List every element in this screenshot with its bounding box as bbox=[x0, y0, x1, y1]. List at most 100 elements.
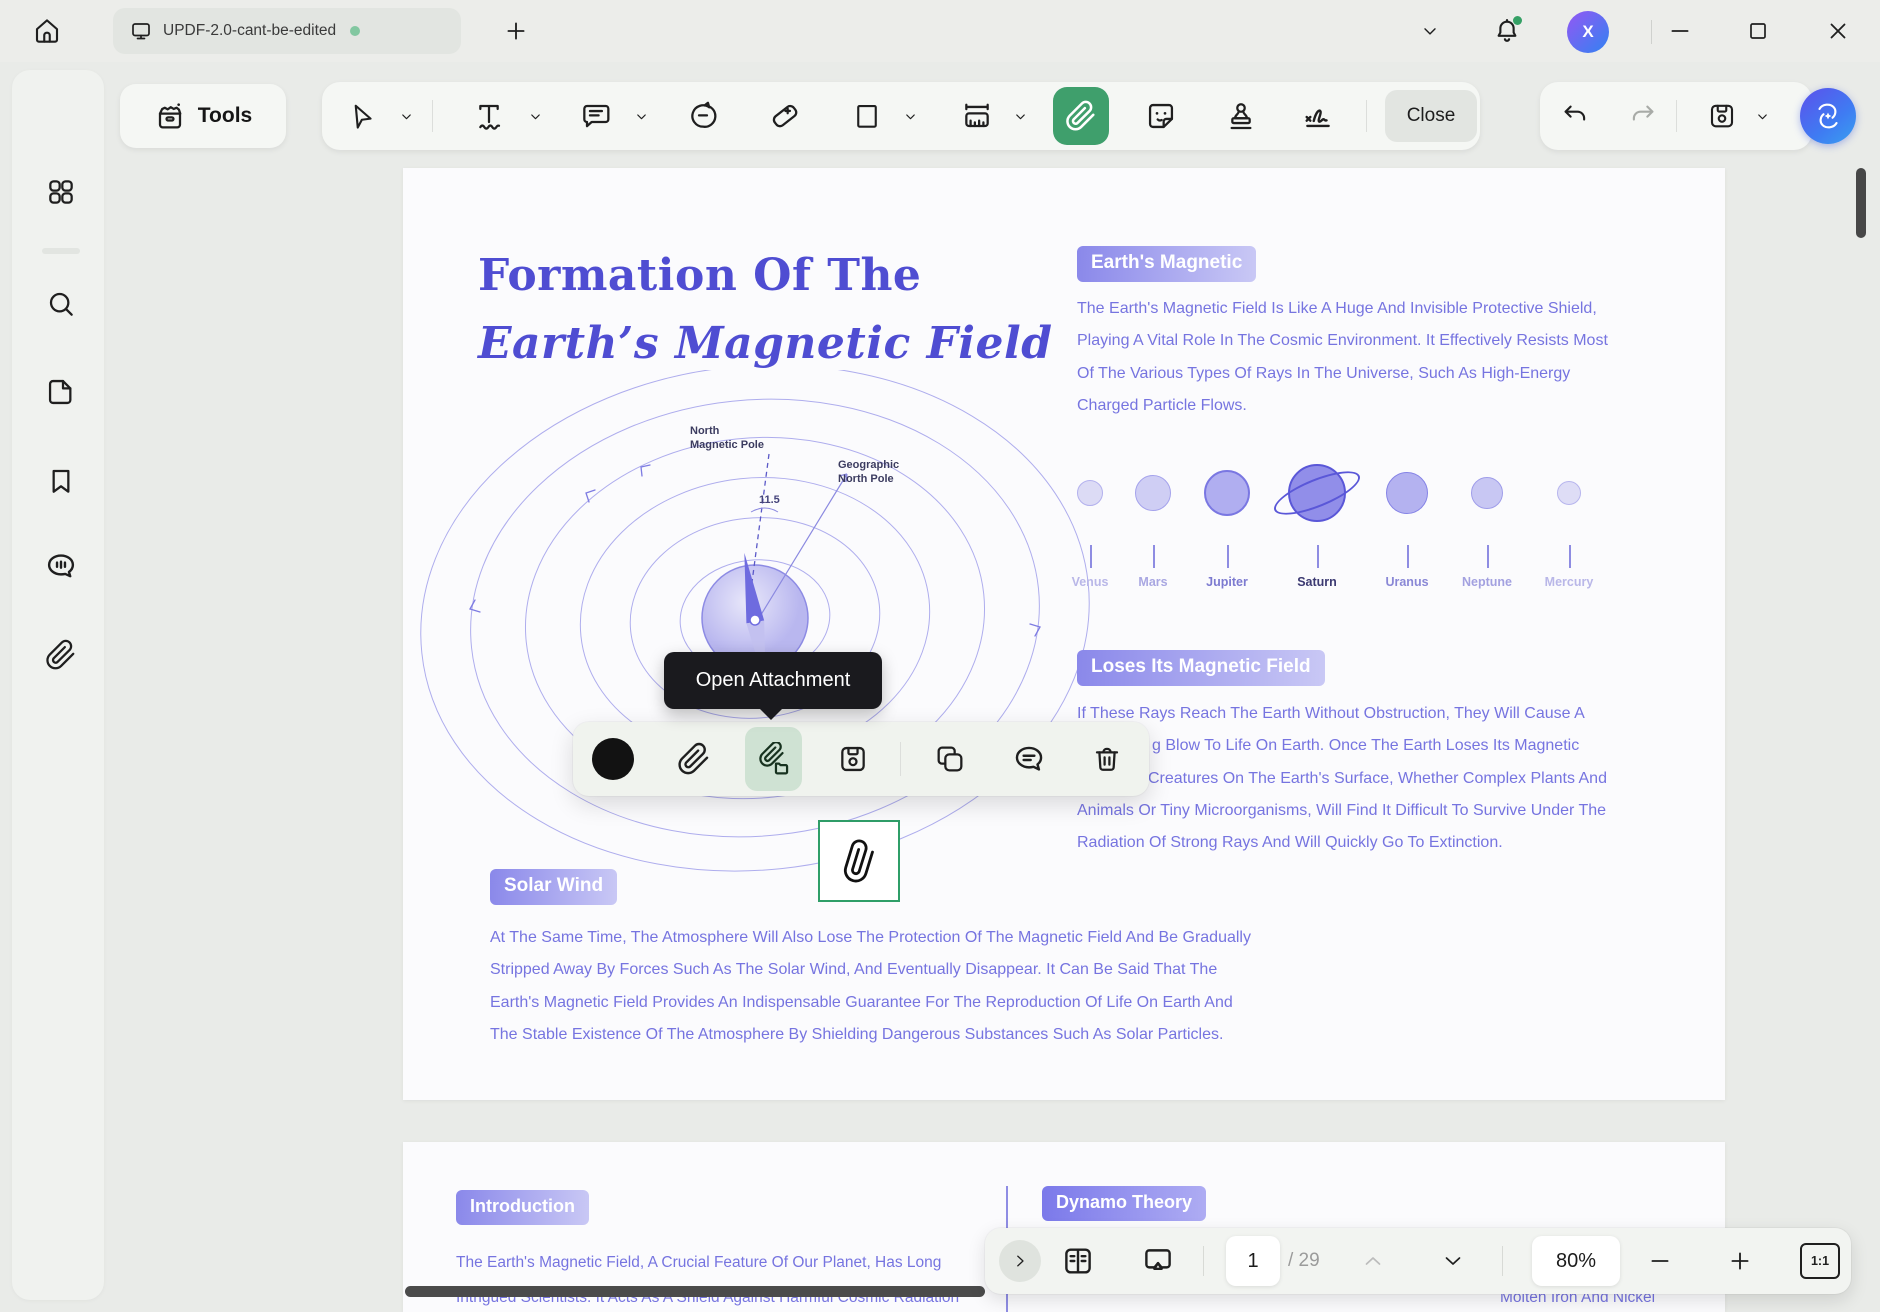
ai-assistant-button[interactable] bbox=[1800, 88, 1856, 144]
redo-button[interactable] bbox=[1621, 94, 1665, 138]
chevron-down-icon bbox=[634, 109, 649, 124]
vertical-scrollbar-thumb[interactable] bbox=[1856, 168, 1866, 238]
account-avatar[interactable]: X bbox=[1567, 11, 1609, 53]
maximize-button[interactable] bbox=[1738, 13, 1778, 49]
doc-title-line2: Earth’s Magnetic Field bbox=[478, 318, 1053, 369]
tooltip-open-attachment: Open Attachment bbox=[664, 652, 882, 709]
select-tool-dropdown[interactable] bbox=[396, 106, 416, 126]
unsaved-dot bbox=[350, 26, 360, 36]
chevron-down-icon bbox=[528, 109, 543, 124]
open-attachment-button[interactable] bbox=[745, 727, 802, 791]
tools-menu-button[interactable]: Tools bbox=[120, 84, 286, 148]
document-tab[interactable]: UPDF-2.0-cant-be-edited bbox=[113, 8, 461, 54]
comment-tool-button[interactable] bbox=[573, 94, 617, 138]
sidebar-thumbnails-button[interactable] bbox=[39, 370, 83, 414]
text-icon bbox=[473, 100, 505, 132]
plus-icon bbox=[503, 18, 529, 44]
minimize-button[interactable] bbox=[1660, 13, 1700, 49]
rectangle-icon bbox=[852, 101, 882, 131]
new-tab-button[interactable] bbox=[500, 15, 532, 47]
save-button[interactable] bbox=[1700, 94, 1744, 138]
paperclip-file-icon bbox=[757, 742, 791, 776]
history-save-toolbar bbox=[1540, 82, 1812, 150]
grid-icon bbox=[45, 176, 77, 208]
sidebar-panels-button[interactable] bbox=[39, 170, 83, 214]
text-tool-dropdown[interactable] bbox=[525, 106, 545, 126]
page-navigation-bar: / 29 80% 1:1 bbox=[985, 1228, 1851, 1294]
tab-title: UPDF-2.0-cant-be-edited bbox=[163, 22, 336, 40]
color-swatch-button[interactable] bbox=[592, 738, 634, 780]
eraser-icon bbox=[769, 100, 801, 132]
close-tool-mode-button[interactable]: Close bbox=[1385, 90, 1477, 142]
close-window-button[interactable] bbox=[1818, 13, 1858, 49]
text-line: Creatures On The Earth's Surface, Whethe… bbox=[1077, 763, 1607, 795]
ruler-icon bbox=[961, 100, 993, 132]
cursor-icon bbox=[347, 101, 377, 131]
ai-sparkle-icon bbox=[1811, 99, 1845, 133]
measure-tool-dropdown[interactable] bbox=[1010, 106, 1030, 126]
tabs-dropdown-button[interactable] bbox=[1412, 15, 1448, 47]
paragraph-earths-magnetic: The Earth's Magnetic Field Is Like A Hug… bbox=[1077, 293, 1608, 422]
zoom-out-button[interactable] bbox=[1640, 1241, 1680, 1281]
highlight-note-tool-button[interactable] bbox=[681, 94, 725, 138]
stamp-tool-button[interactable] bbox=[1219, 94, 1263, 138]
text-tool-button[interactable] bbox=[467, 94, 511, 138]
chevron-down-icon bbox=[1420, 21, 1440, 41]
notifications-button[interactable] bbox=[1487, 10, 1527, 52]
stamp-icon bbox=[1225, 100, 1257, 132]
presentation-mode-button[interactable] bbox=[1138, 1241, 1178, 1281]
delete-button[interactable] bbox=[1089, 741, 1125, 777]
save-icon bbox=[837, 743, 869, 775]
plus-icon bbox=[1727, 1248, 1753, 1274]
signature-tool-button[interactable] bbox=[1296, 94, 1340, 138]
shape-tool-button[interactable] bbox=[845, 94, 889, 138]
sidebar-attachments-button[interactable] bbox=[39, 633, 83, 677]
attachment-tool-button-active[interactable] bbox=[1053, 87, 1109, 145]
badge-loses-magnetic-field: Loses Its Magnetic Field bbox=[1077, 650, 1325, 686]
maximize-icon bbox=[1746, 19, 1770, 43]
toolbar-divider bbox=[432, 100, 433, 132]
sidebar-bookmarks-button[interactable] bbox=[39, 459, 83, 503]
paragraph-solar-wind: At The Same Time, The Atmosphere Will Al… bbox=[490, 922, 1251, 1051]
previous-page-button[interactable] bbox=[1353, 1241, 1393, 1281]
shape-tool-dropdown[interactable] bbox=[900, 106, 920, 126]
comment-button[interactable] bbox=[1011, 741, 1047, 777]
chevron-up-icon bbox=[1361, 1249, 1385, 1273]
horizontal-scrollbar-thumb[interactable] bbox=[405, 1286, 985, 1297]
chevron-down-icon bbox=[399, 109, 414, 124]
sidebar-appearance-button[interactable] bbox=[39, 1304, 83, 1312]
attachment-button[interactable] bbox=[676, 741, 712, 777]
chevron-down-icon bbox=[1013, 109, 1028, 124]
eraser-tool-button[interactable] bbox=[763, 94, 807, 138]
save-dropdown[interactable] bbox=[1752, 106, 1772, 126]
badge-introduction: Introduction bbox=[456, 1190, 589, 1225]
minimize-icon bbox=[1667, 18, 1693, 44]
chevron-down-icon bbox=[1441, 1249, 1465, 1273]
next-page-button[interactable] bbox=[1433, 1241, 1473, 1281]
save-attachment-button[interactable] bbox=[835, 741, 871, 777]
voice-comment-icon bbox=[44, 549, 78, 583]
notification-dot bbox=[1513, 16, 1522, 25]
home-button[interactable] bbox=[24, 8, 70, 54]
undo-button[interactable] bbox=[1553, 94, 1597, 138]
copy-button[interactable] bbox=[932, 741, 968, 777]
sidebar-comments-button[interactable] bbox=[39, 544, 83, 588]
attachment-annotation[interactable] bbox=[818, 820, 900, 902]
doc-title-line1: Formation Of The bbox=[478, 250, 921, 301]
actual-size-button[interactable]: 1:1 bbox=[1800, 1243, 1840, 1279]
measure-tool-button[interactable] bbox=[955, 94, 999, 138]
zoom-in-button[interactable] bbox=[1720, 1241, 1760, 1281]
page-number-input[interactable] bbox=[1226, 1236, 1280, 1286]
text-line: Playing A Vital Role In The Cosmic Envir… bbox=[1077, 325, 1608, 357]
sticker-tool-button[interactable] bbox=[1139, 94, 1183, 138]
chevron-down-icon bbox=[1755, 109, 1770, 124]
zoom-level[interactable]: 80% bbox=[1532, 1236, 1620, 1286]
sidebar-search-button[interactable] bbox=[39, 282, 83, 326]
select-tool-button[interactable] bbox=[340, 94, 384, 138]
expand-bar-button[interactable] bbox=[999, 1240, 1041, 1282]
two-page-view-button[interactable] bbox=[1058, 1241, 1098, 1281]
text-line: The Earth's Magnetic Field Is Like A Hug… bbox=[1077, 293, 1608, 325]
signature-icon bbox=[1301, 99, 1335, 133]
comment-tool-dropdown[interactable] bbox=[631, 106, 651, 126]
text-line: If These Rays Reach The Earth Without Ob… bbox=[1077, 698, 1607, 730]
